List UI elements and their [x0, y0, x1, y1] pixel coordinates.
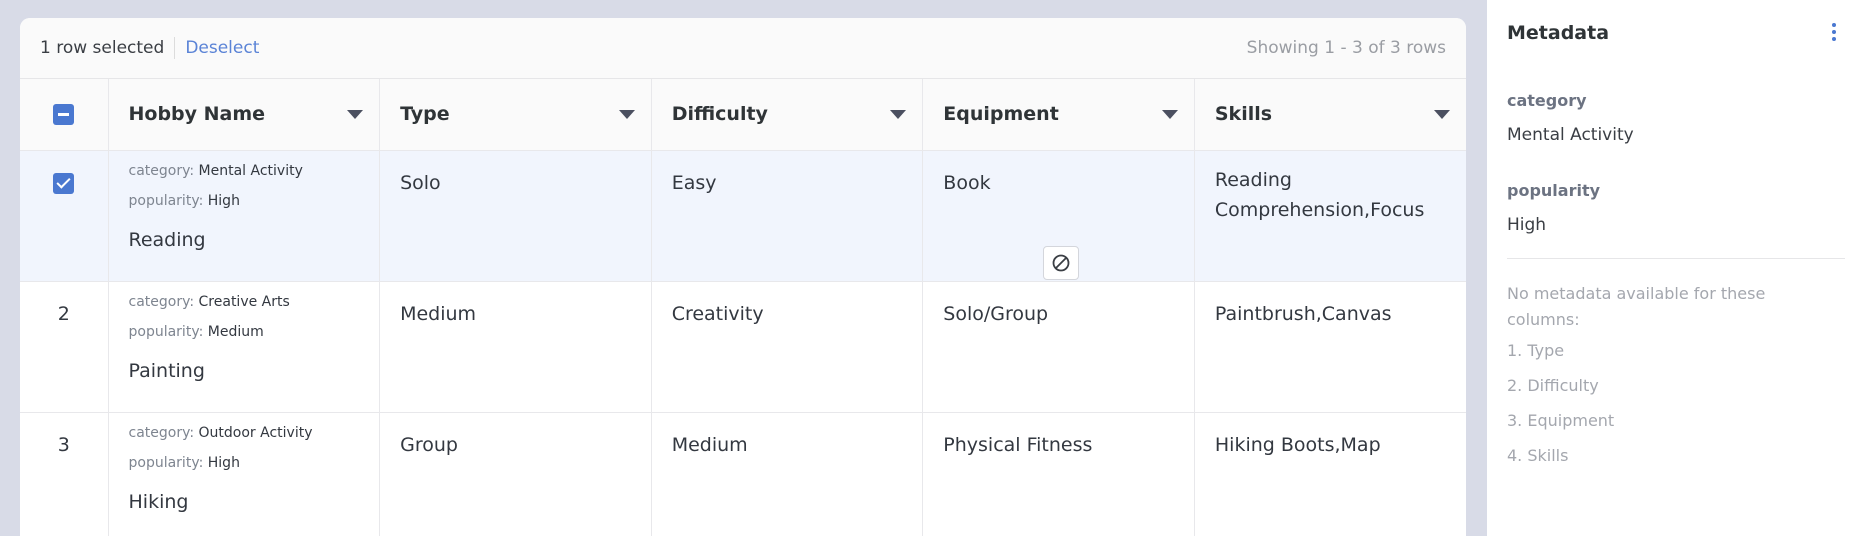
table-row[interactable]: 3 category: Outdoor Activity popularity:… — [20, 412, 1466, 536]
column-header-skills[interactable]: Skills — [1194, 79, 1466, 151]
meta-value: High — [207, 192, 240, 209]
meta-value: Mental Activity — [198, 162, 303, 179]
meta-popularity: popularity: Medium — [129, 322, 360, 342]
difficulty-cell[interactable]: Medium — [651, 412, 924, 536]
row-number: 3 — [20, 412, 109, 536]
caret-down-icon[interactable] — [618, 110, 635, 119]
hobby-name-cell[interactable]: category: Creative Arts popularity: Medi… — [108, 281, 381, 413]
type-cell[interactable]: Medium — [379, 281, 652, 413]
meta-key: category — [128, 162, 190, 179]
data-table-card: 1 row selected Deselect Showing 1 - 3 of… — [20, 18, 1466, 536]
select-all-checkbox[interactable] — [53, 103, 75, 125]
type-cell[interactable]: Solo — [379, 150, 652, 282]
meta-value: High — [207, 454, 240, 471]
meta-colon: : — [198, 192, 208, 209]
type-cell[interactable]: Group — [379, 412, 652, 536]
no-metadata-note: No metadata available for these columns: — [1507, 284, 1766, 329]
hobby-name: Hiking — [128, 490, 189, 513]
meta-key: category — [128, 424, 190, 441]
toolbar-divider — [174, 37, 176, 59]
meta-key: popularity — [128, 323, 199, 340]
meta-value: Outdoor Activity — [198, 424, 313, 441]
meta-colon: : — [198, 323, 208, 340]
column-header-difficulty[interactable]: Difficulty — [651, 79, 924, 151]
meta-colon: : — [189, 293, 199, 310]
column-header-label: Type — [400, 103, 450, 126]
column-header-label: Equipment — [943, 103, 1059, 126]
meta-key: popularity — [128, 192, 199, 209]
column-header-label: Difficulty — [671, 103, 768, 126]
more-options-icon[interactable] — [1831, 23, 1837, 43]
meta-category: category: Creative Arts — [129, 292, 360, 312]
selection-toolbar: 1 row selected Deselect Showing 1 - 3 of… — [20, 18, 1466, 79]
skills-value: Reading Comprehension,Focus — [1214, 168, 1425, 221]
row-select-cell — [20, 150, 109, 282]
meta-popularity: popularity: High — [129, 453, 360, 473]
meta-category: category: Outdoor Activity — [129, 423, 360, 443]
equipment-cell[interactable]: Physical Fitness — [922, 412, 1195, 536]
column-header-type[interactable]: Type — [379, 79, 652, 151]
meta-popularity: popularity: High — [129, 191, 360, 211]
hobby-name: Reading — [128, 228, 206, 251]
skills-cell[interactable]: Paintbrush,Canvas — [1194, 281, 1466, 413]
meta-key: popularity — [128, 454, 199, 471]
meta-colon: : — [189, 424, 199, 441]
block-icon-button[interactable] — [1043, 245, 1080, 280]
difficulty-cell[interactable]: Easy — [651, 150, 924, 282]
skills-cell[interactable]: Reading Comprehension,Focus — [1194, 150, 1466, 282]
equipment-value: Book — [943, 171, 991, 194]
meta-key: category — [128, 293, 190, 310]
meta-colon: : — [198, 454, 208, 471]
hobby-name-cell[interactable]: category: Outdoor Activity popularity: H… — [108, 412, 381, 536]
skills-cell[interactable]: Hiking Boots,Map — [1194, 412, 1466, 536]
caret-down-icon[interactable] — [1434, 110, 1450, 119]
panel-divider — [1507, 258, 1845, 259]
missing-column-item: 3. Equipment — [1507, 411, 1615, 430]
column-header-label: Hobby Name — [128, 103, 266, 126]
meta-colon: : — [189, 162, 199, 179]
deselect-link[interactable]: Deselect — [185, 38, 259, 58]
row-checkbox[interactable] — [53, 172, 75, 194]
table-row[interactable]: category: Mental Activity popularity: Hi… — [20, 150, 1466, 282]
panel-title: Metadata — [1507, 22, 1610, 44]
hobbies-table: Hobby Name Type Difficulty Equipment Ski… — [20, 79, 1466, 536]
missing-column-item: 4. Skills — [1507, 446, 1569, 465]
missing-column-item: 1. Type — [1507, 341, 1565, 360]
difficulty-cell[interactable]: Creativity — [651, 281, 924, 413]
metadata-value-popularity: High — [1507, 215, 1547, 235]
table-row[interactable]: 2 category: Creative Arts popularity: Me… — [20, 281, 1466, 413]
caret-down-icon[interactable] — [1161, 110, 1178, 119]
caret-down-icon[interactable] — [890, 110, 907, 119]
row-number: 2 — [20, 281, 109, 413]
meta-category: category: Mental Activity — [129, 161, 360, 181]
select-all-header — [20, 79, 109, 151]
column-header-equipment[interactable]: Equipment — [922, 79, 1195, 151]
column-header-label: Skills — [1214, 103, 1273, 126]
metadata-panel: Metadata category Mental Activity popula… — [1487, 0, 1865, 536]
selection-count: 1 row selected — [40, 38, 165, 58]
hobby-name: Painting — [128, 359, 205, 382]
block-icon — [1052, 254, 1070, 271]
meta-value: Medium — [207, 323, 264, 340]
table-header-row: Hobby Name Type Difficulty Equipment Ski… — [20, 79, 1466, 151]
metadata-value-category: Mental Activity — [1507, 125, 1634, 145]
row-count-text: Showing 1 - 3 of 3 rows — [1246, 38, 1446, 58]
equipment-cell[interactable]: Solo/Group — [922, 281, 1195, 413]
equipment-cell[interactable]: Book — [922, 150, 1195, 282]
missing-column-item: 2. Difficulty — [1507, 376, 1599, 395]
caret-down-icon[interactable] — [347, 110, 364, 119]
meta-value: Creative Arts — [198, 293, 290, 310]
column-header-hobby-name[interactable]: Hobby Name — [108, 79, 381, 151]
metadata-key-popularity: popularity — [1507, 181, 1601, 200]
metadata-key-category: category — [1507, 91, 1587, 110]
hobby-name-cell[interactable]: category: Mental Activity popularity: Hi… — [108, 150, 381, 282]
